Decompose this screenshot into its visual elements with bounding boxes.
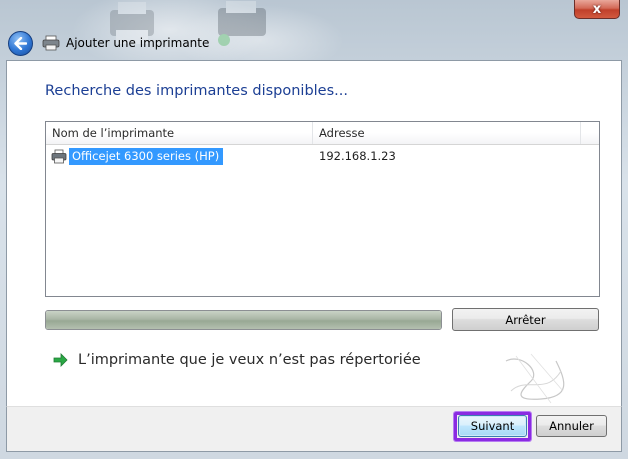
wizard-footer: Suivant Annuler [6, 406, 622, 452]
close-button[interactable]: x [574, 0, 620, 19]
back-button[interactable] [8, 30, 33, 56]
not-listed-link-text: L’imprimante que je veux n’est pas réper… [78, 352, 421, 368]
cancel-button[interactable]: Annuler [536, 415, 607, 437]
window-title: Ajouter une imprimante [66, 36, 210, 50]
column-header-address[interactable]: Adresse [313, 122, 581, 144]
stop-button[interactable]: Arrêter [452, 308, 599, 331]
watermark-doodle [505, 353, 565, 404]
search-progress-bar [45, 310, 442, 330]
list-header: Nom de l’imprimante Adresse [46, 122, 599, 145]
printer-address: 192.168.1.23 [319, 149, 396, 163]
printer-not-listed-link[interactable]: L’imprimante que je veux n’est pas réper… [53, 352, 421, 368]
next-button[interactable]: Suivant [458, 415, 527, 437]
column-header-name[interactable]: Nom de l’imprimante [46, 122, 313, 144]
title-bar: Ajouter une imprimante [6, 28, 622, 58]
list-item[interactable]: Officejet 6300 series (HP) 192.168.1.23 [46, 146, 599, 166]
close-icon: x [592, 1, 602, 17]
green-arrow-icon [53, 353, 68, 367]
printer-name: Officejet 6300 series (HP) [69, 147, 224, 165]
column-header-filler [581, 122, 599, 144]
progress-fill [46, 311, 441, 329]
page-heading: Recherche des imprimantes disponibles... [45, 83, 348, 99]
back-arrow-icon [14, 36, 27, 50]
printer-icon [42, 35, 60, 51]
wizard-content: Recherche des imprimantes disponibles...… [6, 60, 622, 406]
printer-list[interactable]: Nom de l’imprimante Adresse Officejet 63… [45, 121, 600, 297]
printer-icon [51, 149, 67, 163]
